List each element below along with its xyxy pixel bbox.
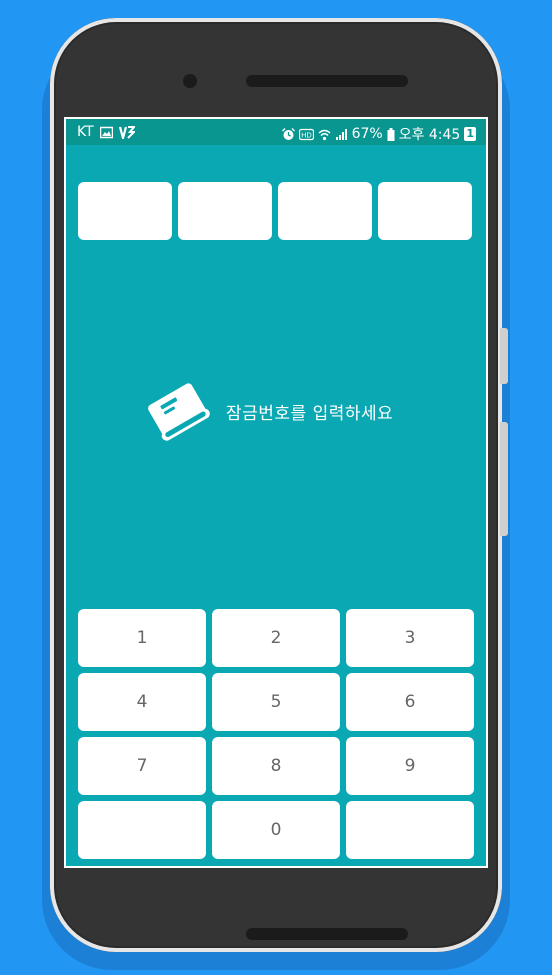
carrier-label: KT bbox=[77, 124, 94, 140]
key-3[interactable]: 3 bbox=[346, 609, 474, 667]
pin-display bbox=[78, 182, 472, 240]
prompt-text: 잠금번호를 입력하세요 bbox=[226, 403, 394, 424]
key-blank-left[interactable] bbox=[78, 801, 206, 859]
key-6[interactable]: 6 bbox=[346, 673, 474, 731]
pin-slot bbox=[378, 182, 472, 240]
wifi-icon bbox=[318, 128, 331, 141]
key-9[interactable]: 9 bbox=[346, 737, 474, 795]
key-5[interactable]: 5 bbox=[212, 673, 340, 731]
book-icon bbox=[142, 377, 216, 445]
signal-icon bbox=[335, 128, 348, 141]
pin-slot bbox=[278, 182, 372, 240]
status-left: KT bbox=[77, 124, 137, 142]
pin-slot bbox=[78, 182, 172, 240]
earpiece-speaker bbox=[246, 75, 408, 87]
clock: 오후 4:45 bbox=[398, 127, 461, 143]
notification-badge: 1 bbox=[464, 127, 476, 141]
side-button-volume bbox=[500, 422, 508, 536]
front-camera bbox=[183, 74, 197, 88]
image-icon bbox=[99, 126, 113, 139]
v3-icon bbox=[118, 125, 137, 142]
key-7[interactable]: 7 bbox=[78, 737, 206, 795]
svg-text:HD: HD bbox=[301, 131, 312, 139]
status-right: HD 67% 오후 4:45 1 bbox=[281, 124, 476, 144]
keypad: 1 2 3 4 5 6 7 8 9 0 bbox=[78, 609, 474, 859]
hd-icon: HD bbox=[298, 128, 314, 141]
key-4[interactable]: 4 bbox=[78, 673, 206, 731]
battery-percent: 67% bbox=[351, 126, 383, 142]
lock-prompt: 잠금번호를 입력하세요 bbox=[142, 377, 393, 445]
key-0[interactable]: 0 bbox=[212, 801, 340, 859]
pin-slot bbox=[178, 182, 272, 240]
battery-icon bbox=[387, 127, 395, 141]
key-1[interactable]: 1 bbox=[78, 609, 206, 667]
key-2[interactable]: 2 bbox=[212, 609, 340, 667]
key-blank-right[interactable] bbox=[346, 801, 474, 859]
screen: KT HD 67% 오후 4:45 1 잠금번호를 입력하세요 1 2 3 4 … bbox=[64, 117, 488, 868]
key-8[interactable]: 8 bbox=[212, 737, 340, 795]
app-area: KT HD 67% 오후 4:45 1 잠금번호를 입력하세요 1 2 3 4 … bbox=[66, 119, 486, 866]
side-button-top bbox=[500, 328, 508, 384]
alarm-icon bbox=[281, 127, 295, 141]
bottom-speaker bbox=[246, 928, 408, 940]
status-bar: KT HD 67% 오후 4:45 1 bbox=[66, 119, 486, 145]
